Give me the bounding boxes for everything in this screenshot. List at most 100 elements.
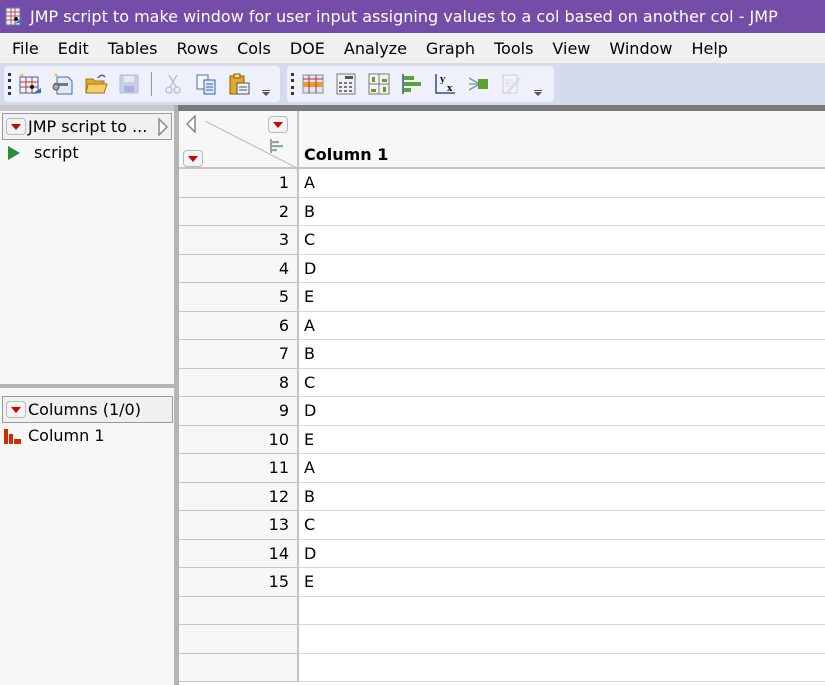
table-cell-empty[interactable] bbox=[654, 169, 785, 198]
table-cell-empty[interactable] bbox=[523, 397, 655, 426]
table-cell-empty[interactable] bbox=[393, 454, 524, 483]
table-cell-empty[interactable] bbox=[393, 511, 524, 540]
table-cell-empty[interactable] bbox=[523, 596, 655, 625]
menu-cols[interactable]: Cols bbox=[237, 39, 271, 58]
menu-tables[interactable]: Tables bbox=[108, 39, 158, 58]
menu-help[interactable]: Help bbox=[691, 39, 727, 58]
table-cell-column-1[interactable]: A bbox=[299, 454, 394, 483]
table-cell-empty[interactable] bbox=[784, 169, 825, 198]
distribution-button[interactable] bbox=[366, 71, 392, 97]
table-cell-empty[interactable] bbox=[654, 397, 785, 426]
row-number[interactable]: 3 bbox=[179, 226, 299, 255]
table-cell-empty[interactable] bbox=[393, 254, 524, 283]
table-cell-empty[interactable] bbox=[784, 311, 825, 340]
table-cell-empty[interactable] bbox=[393, 625, 524, 654]
table-cell-empty[interactable] bbox=[784, 397, 825, 426]
table-cell-empty[interactable] bbox=[654, 197, 785, 226]
table-cell-column-1[interactable]: B bbox=[299, 340, 394, 369]
table-cell-column-1[interactable]: D bbox=[299, 254, 394, 283]
table-cell-empty[interactable] bbox=[654, 311, 785, 340]
table-cell-column-1[interactable]: D bbox=[299, 397, 394, 426]
table-cell-empty[interactable] bbox=[654, 283, 785, 312]
bar-chart-button[interactable] bbox=[399, 71, 425, 97]
row-number[interactable]: 1 bbox=[179, 169, 299, 198]
table-cell-column-1[interactable]: E bbox=[299, 568, 394, 597]
table-cell-empty[interactable] bbox=[654, 425, 785, 454]
table-cell-empty[interactable] bbox=[393, 169, 524, 198]
column-header-column-1[interactable]: Column 1 bbox=[299, 111, 394, 169]
table-cell-empty[interactable] bbox=[393, 311, 524, 340]
column-header-empty[interactable] bbox=[393, 111, 524, 169]
rows-menu-triangle[interactable] bbox=[183, 150, 203, 167]
table-cell-empty[interactable] bbox=[784, 596, 825, 625]
row-number[interactable]: 13 bbox=[179, 511, 299, 540]
table-cell-empty[interactable] bbox=[393, 425, 524, 454]
fit-model-button[interactable] bbox=[465, 71, 491, 97]
menu-tools[interactable]: Tools bbox=[494, 39, 533, 58]
row-number[interactable]: 4 bbox=[179, 254, 299, 283]
table-cell-empty[interactable] bbox=[784, 425, 825, 454]
save-button[interactable] bbox=[116, 71, 142, 97]
cut-button[interactable] bbox=[160, 71, 186, 97]
menu-analyze[interactable]: Analyze bbox=[344, 39, 407, 58]
open-button[interactable] bbox=[83, 71, 109, 97]
table-cell-empty[interactable] bbox=[523, 454, 655, 483]
table-cell-empty[interactable] bbox=[784, 511, 825, 540]
table-cell-empty[interactable] bbox=[784, 482, 825, 511]
columns-menu-triangle[interactable] bbox=[268, 116, 288, 133]
new-script-button[interactable] bbox=[50, 71, 76, 97]
table-cell-empty[interactable] bbox=[523, 625, 655, 654]
edit-script-button[interactable] bbox=[498, 71, 524, 97]
table-cell-empty[interactable] bbox=[784, 254, 825, 283]
menu-rows[interactable]: Rows bbox=[176, 39, 218, 58]
copy-button[interactable] bbox=[193, 71, 219, 97]
table-cell-column-1[interactable]: C bbox=[299, 511, 394, 540]
table-cell-empty[interactable] bbox=[784, 368, 825, 397]
toolbar-overflow-button[interactable] bbox=[261, 71, 271, 97]
table-cell-empty[interactable] bbox=[393, 568, 524, 597]
fit-y-by-x-button[interactable]: y x bbox=[432, 71, 458, 97]
table-cell-column-1[interactable] bbox=[299, 653, 394, 682]
table-cell-empty[interactable] bbox=[523, 254, 655, 283]
table-cell-empty[interactable] bbox=[654, 653, 785, 682]
menu-doe[interactable]: DOE bbox=[290, 39, 325, 58]
paste-button[interactable] bbox=[226, 71, 252, 97]
row-number[interactable]: 8 bbox=[179, 368, 299, 397]
table-cell-empty[interactable] bbox=[393, 653, 524, 682]
run-script-icon[interactable] bbox=[8, 145, 20, 160]
table-red-triangle-menu[interactable] bbox=[6, 118, 26, 135]
table-panel-header[interactable]: JMP script to ... bbox=[2, 113, 172, 140]
row-number[interactable]: 14 bbox=[179, 539, 299, 568]
table-cell-column-1[interactable]: A bbox=[299, 169, 394, 198]
row-number[interactable]: 7 bbox=[179, 340, 299, 369]
new-data-table-button[interactable] bbox=[17, 71, 43, 97]
table-cell-empty[interactable] bbox=[784, 653, 825, 682]
menu-window[interactable]: Window bbox=[609, 39, 672, 58]
table-cell-column-1[interactable] bbox=[299, 596, 394, 625]
table-cell-empty[interactable] bbox=[523, 539, 655, 568]
menu-edit[interactable]: Edit bbox=[58, 39, 89, 58]
table-cell-column-1[interactable] bbox=[299, 625, 394, 654]
row-state-icon[interactable] bbox=[269, 138, 285, 154]
table-cell-empty[interactable] bbox=[393, 340, 524, 369]
table-cell-empty[interactable] bbox=[523, 425, 655, 454]
table-cell-empty[interactable] bbox=[523, 653, 655, 682]
table-cell-empty[interactable] bbox=[393, 226, 524, 255]
table-cell-empty[interactable] bbox=[393, 283, 524, 312]
table-cell-empty[interactable] bbox=[523, 340, 655, 369]
columns-panel-header[interactable]: Columns (1/0) bbox=[2, 396, 173, 423]
row-number[interactable] bbox=[179, 625, 299, 654]
column-header-empty[interactable] bbox=[654, 111, 785, 169]
table-cell-empty[interactable] bbox=[393, 539, 524, 568]
row-number[interactable]: 15 bbox=[179, 568, 299, 597]
row-number[interactable] bbox=[179, 653, 299, 682]
menu-view[interactable]: View bbox=[552, 39, 590, 58]
table-cell-empty[interactable] bbox=[784, 283, 825, 312]
table-cell-empty[interactable] bbox=[654, 368, 785, 397]
table-cell-column-1[interactable]: C bbox=[299, 226, 394, 255]
row-number[interactable]: 2 bbox=[179, 197, 299, 226]
table-cell-empty[interactable] bbox=[654, 568, 785, 597]
table-cell-empty[interactable] bbox=[654, 226, 785, 255]
table-cell-empty[interactable] bbox=[393, 482, 524, 511]
table-cell-empty[interactable] bbox=[784, 568, 825, 597]
